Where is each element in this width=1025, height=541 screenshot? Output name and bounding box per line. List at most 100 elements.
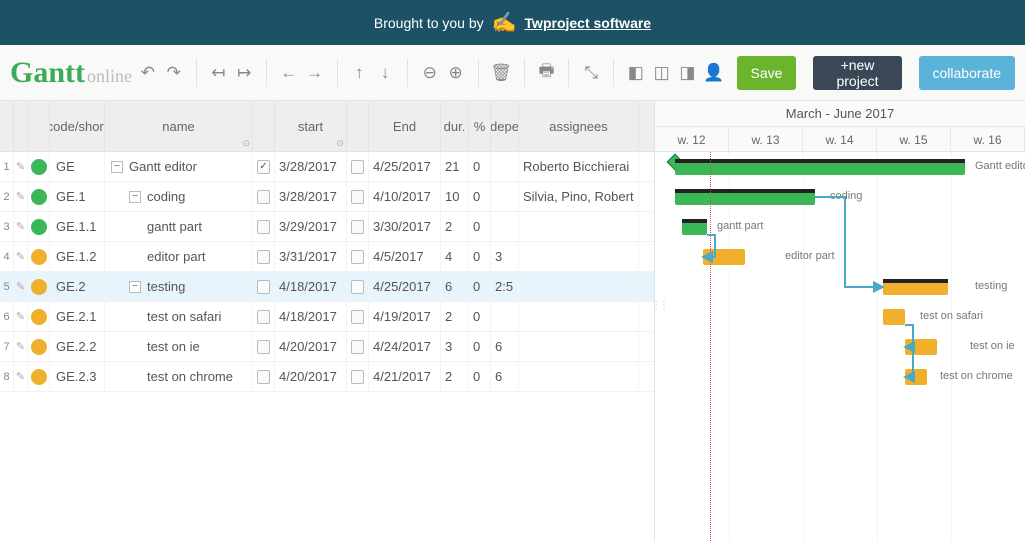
task-row[interactable]: 1✎GE−Gantt editor✓3/28/20174/25/2017210R… bbox=[0, 152, 654, 182]
progress[interactable]: 0 bbox=[469, 152, 491, 181]
task-name[interactable]: −Gantt editor bbox=[105, 152, 253, 181]
task-name[interactable]: test on ie bbox=[105, 332, 253, 361]
end-milestone-checkbox[interactable] bbox=[347, 212, 369, 241]
outdent-button[interactable]: ← bbox=[279, 60, 299, 86]
gantt-bar[interactable] bbox=[883, 309, 905, 325]
start-milestone-checkbox[interactable] bbox=[253, 242, 275, 271]
task-row[interactable]: 2✎GE.1−coding3/28/20174/10/2017100Silvia… bbox=[0, 182, 654, 212]
split-left-button[interactable]: ◧ bbox=[626, 60, 646, 86]
depends[interactable] bbox=[491, 182, 519, 211]
edit-icon[interactable]: ✎ bbox=[14, 152, 28, 181]
task-name[interactable]: editor part bbox=[105, 242, 253, 271]
insert-below-button[interactable]: ↦ bbox=[234, 60, 254, 86]
progress[interactable]: 0 bbox=[469, 362, 491, 391]
start-milestone-checkbox[interactable] bbox=[253, 302, 275, 331]
gantt-bar[interactable] bbox=[905, 369, 927, 385]
progress[interactable]: 0 bbox=[469, 332, 491, 361]
header-start[interactable]: start⊙ bbox=[275, 101, 347, 151]
edit-icon[interactable]: ✎ bbox=[14, 242, 28, 271]
end-date[interactable]: 4/10/2017 bbox=[369, 182, 441, 211]
status-dot[interactable] bbox=[28, 332, 50, 361]
gantt-body[interactable]: Gantt editorcodinggantt parteditor partt… bbox=[655, 152, 1025, 541]
end-date[interactable]: 4/21/2017 bbox=[369, 362, 441, 391]
progress[interactable]: 0 bbox=[469, 272, 491, 301]
task-code[interactable]: GE.2 bbox=[50, 272, 105, 301]
assignees[interactable] bbox=[519, 212, 639, 241]
collapse-icon[interactable]: − bbox=[111, 161, 123, 173]
progress[interactable]: 0 bbox=[469, 242, 491, 271]
twproject-link[interactable]: Twproject software bbox=[525, 15, 652, 31]
header-end[interactable]: End bbox=[369, 101, 441, 151]
gantt-bar[interactable] bbox=[675, 189, 815, 205]
depends[interactable]: 6 bbox=[491, 332, 519, 361]
duration[interactable]: 10 bbox=[441, 182, 469, 211]
split-center-button[interactable]: ◫ bbox=[652, 60, 672, 86]
start-date[interactable]: 3/31/2017 bbox=[275, 242, 347, 271]
edit-icon[interactable]: ✎ bbox=[14, 332, 28, 361]
end-milestone-checkbox[interactable] bbox=[347, 302, 369, 331]
task-name[interactable]: test on chrome bbox=[105, 362, 253, 391]
duration[interactable]: 21 bbox=[441, 152, 469, 181]
start-date[interactable]: 4/20/2017 bbox=[275, 362, 347, 391]
edit-icon[interactable]: ✎ bbox=[14, 212, 28, 241]
expand-icon[interactable]: ⊙ bbox=[242, 138, 250, 149]
insert-above-button[interactable]: ↤ bbox=[208, 60, 228, 86]
progress[interactable]: 0 bbox=[469, 302, 491, 331]
task-row[interactable]: 8✎GE.2.3test on chrome4/20/20174/21/2017… bbox=[0, 362, 654, 392]
task-name[interactable]: −coding bbox=[105, 182, 253, 211]
status-dot[interactable] bbox=[28, 212, 50, 241]
end-date[interactable]: 4/24/2017 bbox=[369, 332, 441, 361]
start-date[interactable]: 3/29/2017 bbox=[275, 212, 347, 241]
task-code[interactable]: GE.2.1 bbox=[50, 302, 105, 331]
task-code[interactable]: GE.1.1 bbox=[50, 212, 105, 241]
duration[interactable]: 2 bbox=[441, 302, 469, 331]
edit-icon[interactable]: ✎ bbox=[14, 272, 28, 301]
week-header[interactable]: w. 16 bbox=[951, 127, 1025, 153]
save-button[interactable]: Save bbox=[737, 56, 797, 90]
collapse-icon[interactable]: − bbox=[129, 281, 141, 293]
collapse-icon[interactable]: − bbox=[129, 191, 141, 203]
depends[interactable] bbox=[491, 212, 519, 241]
split-right-button[interactable]: ◨ bbox=[678, 60, 698, 86]
task-row[interactable]: 6✎GE.2.1test on safari4/18/20174/19/2017… bbox=[0, 302, 654, 332]
move-down-button[interactable]: ↓ bbox=[375, 60, 395, 86]
edit-icon[interactable]: ✎ bbox=[14, 362, 28, 391]
status-dot[interactable] bbox=[28, 242, 50, 271]
start-date[interactable]: 4/18/2017 bbox=[275, 302, 347, 331]
duration[interactable]: 2 bbox=[441, 362, 469, 391]
zoom-out-button[interactable]: ⊖ bbox=[420, 60, 440, 86]
undo-button[interactable]: ↶ bbox=[138, 60, 158, 86]
week-header[interactable]: w. 13 bbox=[729, 127, 803, 153]
resources-button[interactable]: 👤 bbox=[703, 60, 724, 86]
task-name[interactable]: −testing bbox=[105, 272, 253, 301]
end-milestone-checkbox[interactable] bbox=[347, 152, 369, 181]
header-code[interactable]: code/short bbox=[50, 101, 105, 151]
status-dot[interactable] bbox=[28, 152, 50, 181]
status-dot[interactable] bbox=[28, 362, 50, 391]
task-code[interactable]: GE.2.2 bbox=[50, 332, 105, 361]
assignees[interactable] bbox=[519, 362, 639, 391]
status-dot[interactable] bbox=[28, 302, 50, 331]
task-name[interactable]: gantt part bbox=[105, 212, 253, 241]
end-milestone-checkbox[interactable] bbox=[347, 332, 369, 361]
task-code[interactable]: GE.1.2 bbox=[50, 242, 105, 271]
collaborate-button[interactable]: collaborate bbox=[919, 56, 1016, 90]
header-depends[interactable]: depe bbox=[491, 101, 519, 151]
end-date[interactable]: 4/25/2017 bbox=[369, 152, 441, 181]
task-row[interactable]: 3✎GE.1.1gantt part3/29/20173/30/201720 bbox=[0, 212, 654, 242]
start-milestone-checkbox[interactable] bbox=[253, 332, 275, 361]
start-milestone-checkbox[interactable] bbox=[253, 272, 275, 301]
task-code[interactable]: GE bbox=[50, 152, 105, 181]
duration[interactable]: 2 bbox=[441, 212, 469, 241]
end-date[interactable]: 4/19/2017 bbox=[369, 302, 441, 331]
status-dot[interactable] bbox=[28, 182, 50, 211]
edit-icon[interactable]: ✎ bbox=[14, 302, 28, 331]
redo-button[interactable]: ↷ bbox=[164, 60, 184, 86]
end-milestone-checkbox[interactable] bbox=[347, 362, 369, 391]
print-button[interactable]: 🖶 bbox=[537, 60, 557, 86]
end-milestone-checkbox[interactable] bbox=[347, 182, 369, 211]
assignees[interactable]: Roberto Bicchierai bbox=[519, 152, 639, 181]
depends[interactable]: 6 bbox=[491, 362, 519, 391]
indent-button[interactable]: → bbox=[305, 60, 325, 86]
end-date[interactable]: 4/25/2017 bbox=[369, 272, 441, 301]
